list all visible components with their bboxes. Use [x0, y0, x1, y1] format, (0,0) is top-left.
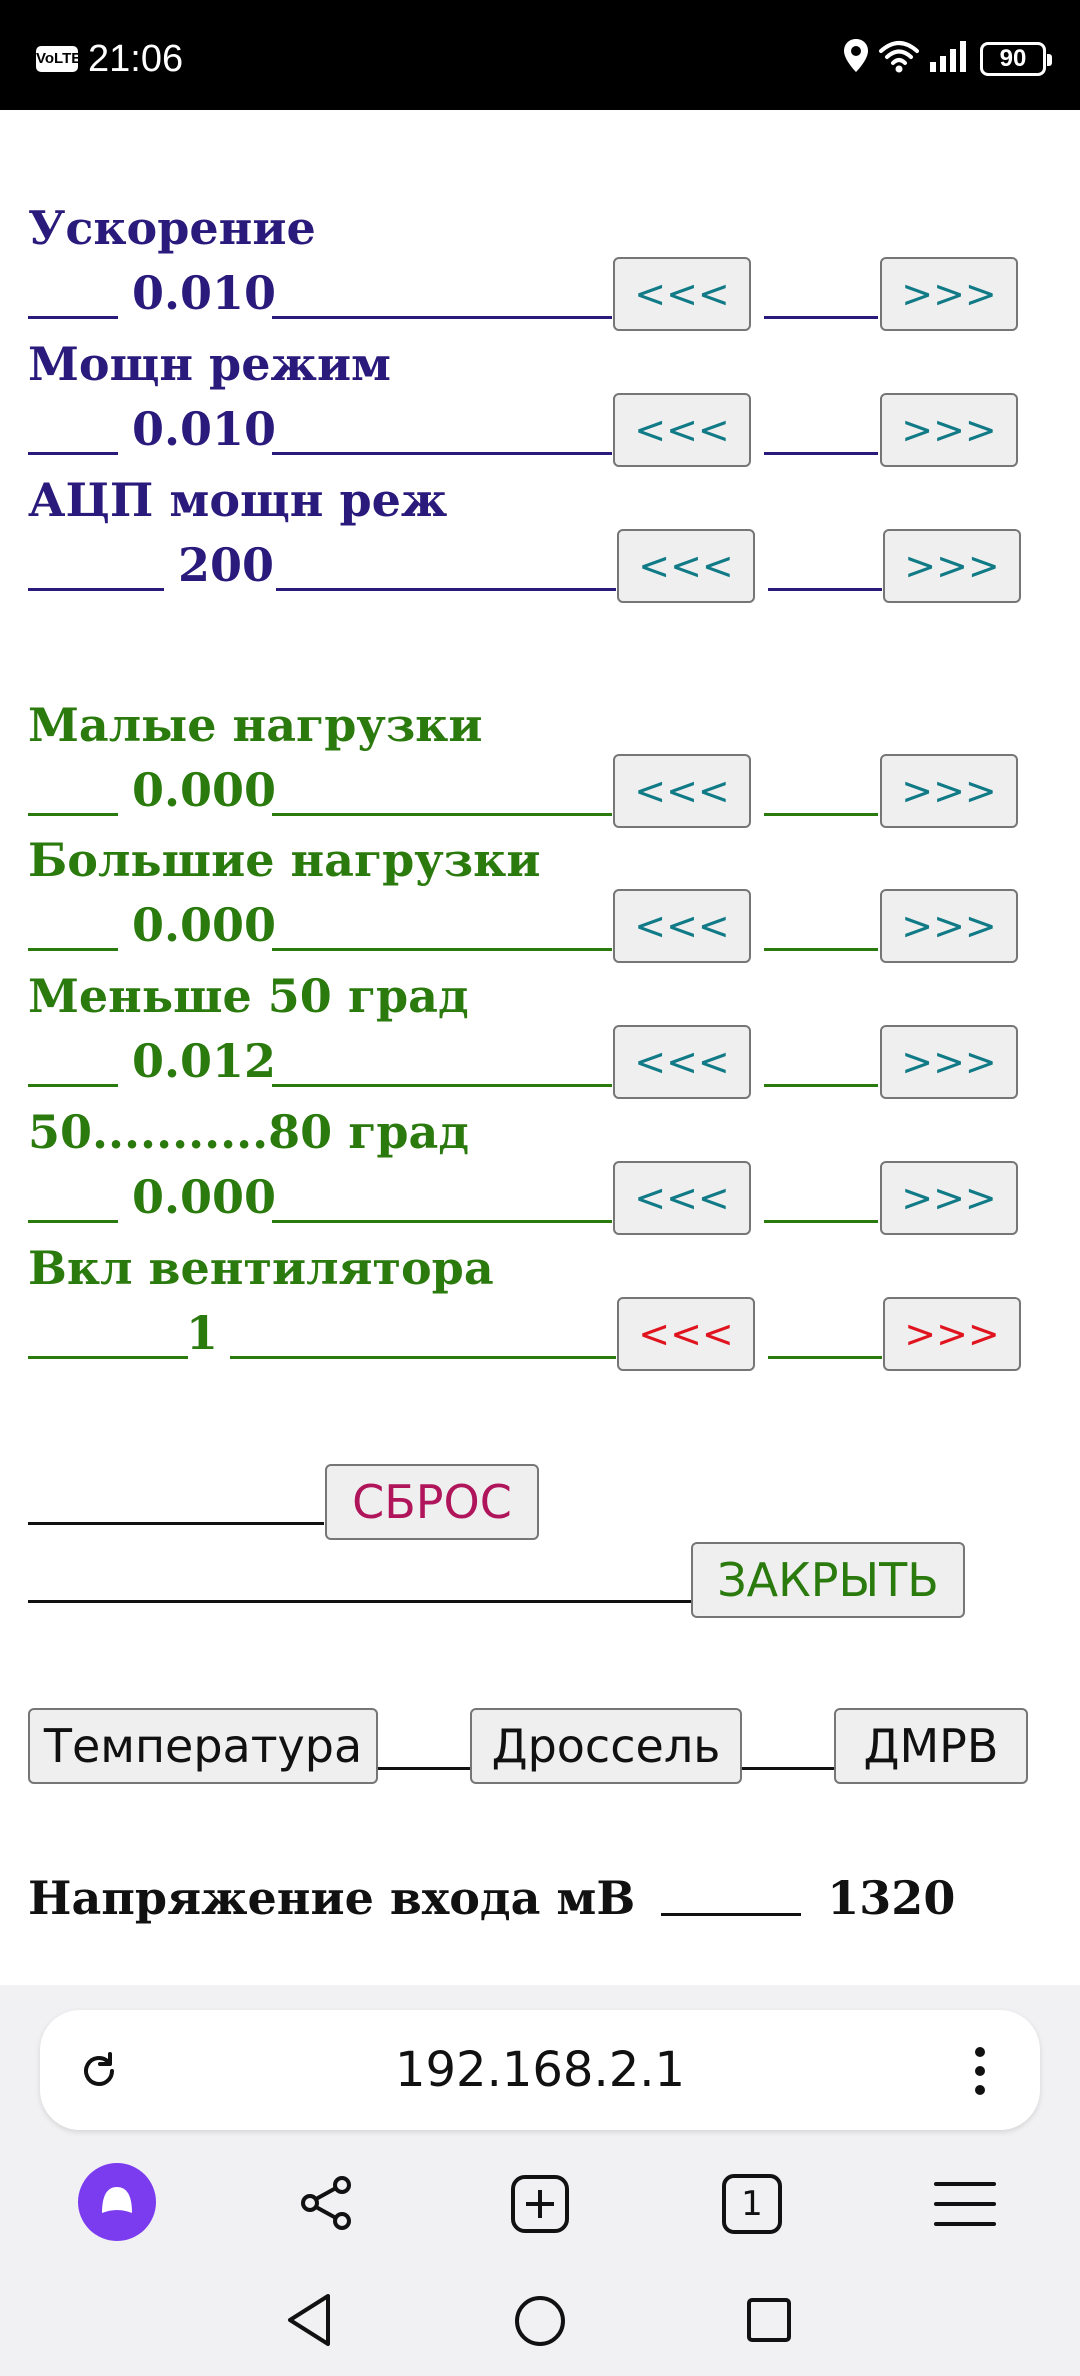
- label-50-80-deg: 50...........80 град: [28, 1105, 470, 1159]
- decrease-button-high-loads[interactable]: <<<: [613, 889, 751, 963]
- alice-assistant-icon[interactable]: [78, 2163, 156, 2241]
- dmrv-button[interactable]: ДМРВ: [834, 1708, 1028, 1784]
- label-low-loads: Малые нагрузки: [28, 698, 483, 752]
- voltage-value: 1320: [827, 1871, 956, 1925]
- increase-button-fan-on[interactable]: >>>: [883, 1297, 1021, 1371]
- input-voltage-readout: Напряжение входа мВ 1320: [28, 1870, 955, 1926]
- value-below-50-deg: 0.012: [132, 1034, 277, 1088]
- voltage-label: Напряжение входа мВ: [28, 1871, 636, 1925]
- label-high-loads: Большие нагрузки: [28, 833, 541, 887]
- decrease-button-adc-power-mode[interactable]: <<<: [617, 529, 755, 603]
- label-below-50-deg: Меньше 50 град: [28, 969, 469, 1023]
- throttle-button[interactable]: Дроссель: [470, 1708, 742, 1784]
- home-nav-icon[interactable]: [514, 2295, 566, 2347]
- close-button[interactable]: ЗАКРЫТЬ: [691, 1542, 965, 1618]
- wifi-icon: [879, 41, 919, 73]
- value-fan-on: 1: [186, 1306, 219, 1360]
- status-bar: VoLTE 21:06 90: [0, 0, 1080, 110]
- value-adc-power-mode: 200: [178, 538, 275, 592]
- decrease-button-low-loads[interactable]: <<<: [613, 754, 751, 828]
- increase-button-50-80-deg[interactable]: >>>: [880, 1161, 1018, 1235]
- decrease-button-fan-on[interactable]: <<<: [617, 1297, 755, 1371]
- label-power-mode: Мощн режим: [28, 337, 392, 391]
- battery-icon: 90: [980, 42, 1052, 76]
- increase-button-adc-power-mode[interactable]: >>>: [883, 529, 1021, 603]
- increase-button-power-mode[interactable]: >>>: [880, 393, 1018, 467]
- location-icon: [844, 39, 868, 72]
- decrease-button-acceleration[interactable]: <<<: [613, 257, 751, 331]
- value-acceleration: 0.010: [132, 266, 277, 320]
- increase-button-low-loads[interactable]: >>>: [880, 754, 1018, 828]
- value-high-loads: 0.000: [132, 898, 277, 952]
- reset-button[interactable]: СБРОС: [325, 1464, 539, 1540]
- increase-button-acceleration[interactable]: >>>: [880, 257, 1018, 331]
- decrease-button-power-mode[interactable]: <<<: [613, 393, 751, 467]
- volte-icon: VoLTE: [36, 46, 81, 72]
- menu-icon[interactable]: [934, 2180, 996, 2228]
- recents-nav-icon[interactable]: [746, 2297, 792, 2343]
- url-text[interactable]: 192.168.2.1: [40, 2040, 1040, 2100]
- address-bar[interactable]: 192.168.2.1: [40, 2010, 1040, 2130]
- increase-button-below-50-deg[interactable]: >>>: [880, 1025, 1018, 1099]
- share-icon[interactable]: [298, 2174, 356, 2232]
- back-nav-icon[interactable]: [284, 2292, 334, 2348]
- status-time: 21:06: [88, 38, 184, 80]
- label-fan-on: Вкл вентилятора: [28, 1241, 494, 1295]
- more-vert-icon[interactable]: [972, 2046, 988, 2096]
- label-adc-power-mode: АЦП мощн реж: [28, 473, 448, 527]
- label-acceleration: Ускорение: [28, 201, 316, 255]
- value-power-mode: 0.010: [132, 402, 277, 456]
- temperature-button[interactable]: Температура: [28, 1708, 378, 1784]
- decrease-button-50-80-deg[interactable]: <<<: [613, 1161, 751, 1235]
- value-50-80-deg: 0.000: [132, 1170, 277, 1224]
- decrease-button-below-50-deg[interactable]: <<<: [613, 1025, 751, 1099]
- value-low-loads: 0.000: [132, 763, 277, 817]
- signal-icon: [930, 41, 966, 72]
- tabs-count-icon[interactable]: 1: [722, 2174, 782, 2234]
- new-tab-icon[interactable]: [510, 2174, 570, 2234]
- increase-button-high-loads[interactable]: >>>: [880, 889, 1018, 963]
